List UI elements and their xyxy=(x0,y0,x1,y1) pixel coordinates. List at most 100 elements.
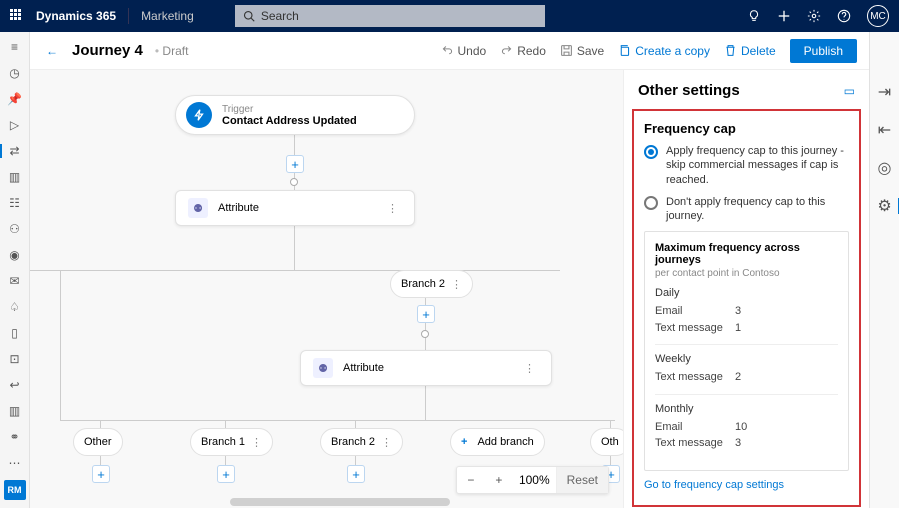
rail-globe-icon[interactable]: ◉ xyxy=(5,246,25,264)
search-placeholder: Search xyxy=(261,9,299,23)
add-branch-label: Add branch xyxy=(477,436,533,448)
journey-canvas[interactable]: Trigger Contact Address Updated + ⚉ Attr… xyxy=(30,70,624,508)
rail-play-icon[interactable]: ▷ xyxy=(5,116,25,134)
node-more-icon[interactable]: ⋮ xyxy=(520,362,539,375)
delete-label: Delete xyxy=(741,44,776,58)
node-more-icon[interactable]: ⋮ xyxy=(251,436,262,449)
add-icon[interactable] xyxy=(777,9,791,23)
rail-segment-icon[interactable]: ☷ xyxy=(5,194,25,212)
rail-target-icon[interactable]: ◎ xyxy=(875,158,895,178)
attribute-icon: ⚉ xyxy=(188,198,208,218)
lightbulb-icon[interactable] xyxy=(747,9,761,23)
attribute-label: Attribute xyxy=(218,202,259,214)
add-step-button[interactable]: + xyxy=(286,155,304,173)
freq-row: Text message1 xyxy=(655,320,838,337)
period-weekly: Weekly xyxy=(655,353,838,365)
frequency-heading: Frequency cap xyxy=(644,121,849,136)
panel-title: Other settings xyxy=(638,82,740,99)
attribute-node[interactable]: ⚉ Attribute ⋮ xyxy=(175,190,415,226)
radio-apply-cap[interactable]: Apply frequency cap to this journey - sk… xyxy=(644,144,849,187)
save-button[interactable]: Save xyxy=(560,44,604,58)
radio-skip-label: Don't apply frequency cap to this journe… xyxy=(666,195,849,224)
back-button[interactable]: ← xyxy=(42,41,62,61)
zoom-control: − + 100% Reset xyxy=(456,466,609,494)
publish-button[interactable]: Publish xyxy=(790,39,857,63)
other-pill[interactable]: Other xyxy=(73,428,123,456)
rail-recent-icon[interactable]: ◷ xyxy=(5,64,25,82)
rail-phone-icon[interactable]: ▯ xyxy=(5,324,25,342)
save-label: Save xyxy=(577,44,604,58)
journey-state: Draft xyxy=(155,44,189,58)
branch-pill[interactable]: Branch 2 ⋮ xyxy=(320,428,403,456)
zoom-reset-button[interactable]: Reset xyxy=(556,467,608,493)
rail-pin-icon[interactable]: 📌 xyxy=(5,90,25,108)
rail-journey-icon[interactable]: ⇄ xyxy=(5,142,25,160)
rail-mail-icon[interactable]: ✉ xyxy=(5,272,25,290)
rail-more-icon[interactable]: ⋯ xyxy=(5,454,25,472)
trigger-node[interactable]: Trigger Contact Address Updated xyxy=(175,95,415,135)
trigger-label: Trigger xyxy=(222,104,357,115)
connector xyxy=(294,226,295,270)
branch-pill[interactable]: Branch 2 ⋮ xyxy=(390,270,473,298)
frequency-settings-link[interactable]: Go to frequency cap settings xyxy=(644,479,784,491)
copy-button[interactable]: Create a copy xyxy=(618,44,710,58)
branch-pill[interactable]: Branch 1 ⋮ xyxy=(190,428,273,456)
rail-library-icon[interactable]: ▥ xyxy=(5,402,25,420)
node-more-icon[interactable]: ⋮ xyxy=(383,202,402,215)
global-search[interactable]: Search xyxy=(235,5,545,27)
help-icon[interactable] xyxy=(837,9,851,23)
connector xyxy=(425,386,426,420)
trigger-value: Contact Address Updated xyxy=(222,115,357,127)
attribute-node[interactable]: ⚉ Attribute ⋮ xyxy=(300,350,552,386)
radio-apply-label: Apply frequency cap to this journey - sk… xyxy=(666,144,849,187)
other-label: Other xyxy=(84,436,112,448)
zoom-out-button[interactable]: − xyxy=(457,473,485,487)
rail-menu-icon[interactable]: ≡ xyxy=(5,38,25,56)
search-icon xyxy=(243,10,255,22)
connector xyxy=(60,420,615,421)
dock-icon[interactable]: ▭ xyxy=(844,84,855,98)
node-more-icon[interactable]: ⋮ xyxy=(381,436,392,449)
rail-expand-icon[interactable]: ⇥ xyxy=(875,82,895,102)
freq-row: Text message3 xyxy=(655,435,838,452)
rail-collapse-icon[interactable]: ⇤ xyxy=(875,120,895,140)
rail-return-icon[interactable]: ↩ xyxy=(5,376,25,394)
radio-skip-cap[interactable]: Don't apply frequency cap to this journe… xyxy=(644,195,849,224)
redo-button[interactable]: Redo xyxy=(500,44,546,58)
nav-right: MC xyxy=(747,5,889,27)
junction-node xyxy=(290,178,298,186)
horizontal-scrollbar[interactable] xyxy=(230,498,450,506)
add-branch-button[interactable]: Add branch xyxy=(450,428,545,456)
user-avatar[interactable]: MC xyxy=(867,5,889,27)
undo-button[interactable]: Undo xyxy=(441,44,487,58)
rail-link-icon[interactable]: ⚭ xyxy=(5,428,25,446)
branch-label: Branch 2 xyxy=(401,278,445,290)
right-rail: ⇥ ⇤ ◎ ⚙ xyxy=(869,32,899,508)
global-nav: Dynamics 365 Marketing Search MC xyxy=(0,0,899,32)
trigger-icon xyxy=(186,102,212,128)
freq-row: Email3 xyxy=(655,303,838,320)
branch-label: Branch 1 xyxy=(201,436,245,448)
rail-chart-icon[interactable]: ▥ xyxy=(5,168,25,186)
rail-bell-icon[interactable]: ♤ xyxy=(5,298,25,316)
node-more-icon[interactable]: ⋮ xyxy=(451,278,462,291)
add-step-button[interactable]: + xyxy=(217,465,235,483)
branch-label: Branch 2 xyxy=(331,436,375,448)
connector xyxy=(30,270,560,271)
max-heading: Maximum frequency across journeys xyxy=(655,242,838,266)
zoom-in-button[interactable]: + xyxy=(485,473,513,487)
rail-chat-icon[interactable]: ⊡ xyxy=(5,350,25,368)
delete-button[interactable]: Delete xyxy=(724,44,776,58)
gear-icon[interactable] xyxy=(807,9,821,23)
junction-node xyxy=(421,330,429,338)
rail-contact-icon[interactable]: ⚇ xyxy=(5,220,25,238)
add-step-button[interactable]: + xyxy=(92,465,110,483)
rail-settings-icon[interactable]: ⚙ xyxy=(875,196,895,216)
app-tag[interactable]: RM xyxy=(4,480,26,500)
add-step-button[interactable]: + xyxy=(347,465,365,483)
period-monthly: Monthly xyxy=(655,403,838,415)
app-launcher-icon[interactable] xyxy=(10,9,24,23)
add-step-button[interactable]: + xyxy=(417,305,435,323)
freq-row: Text message2 xyxy=(655,369,838,386)
other-pill-cut[interactable]: Oth xyxy=(590,428,624,456)
